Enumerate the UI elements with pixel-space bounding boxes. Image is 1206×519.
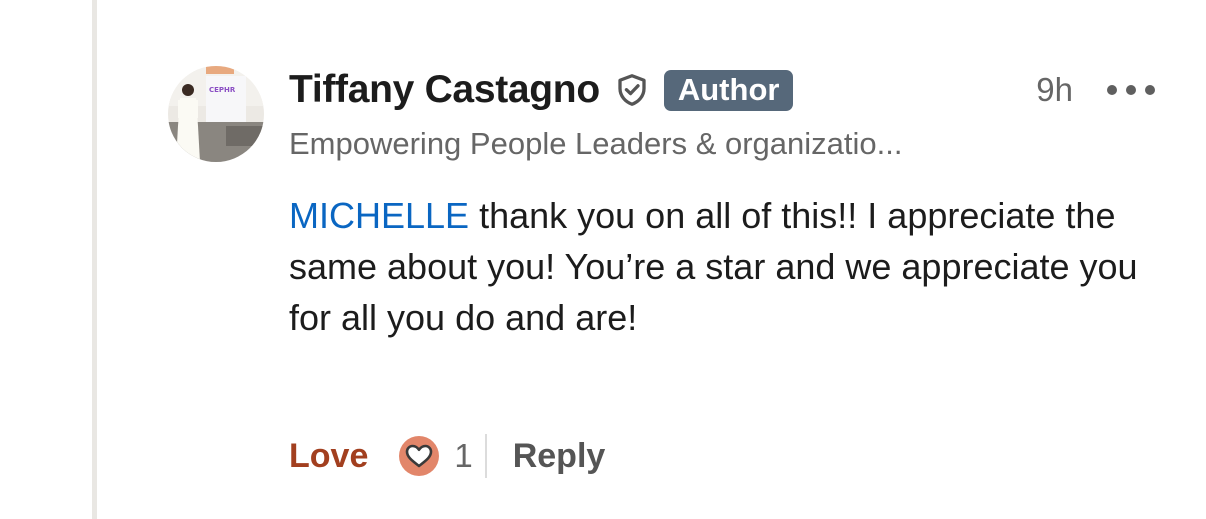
author-badge: Author [663,69,794,111]
comment-body: MICHELLE thank you on all of this!! I ap… [289,190,1149,343]
thread-line [92,0,97,519]
dot [1145,85,1155,95]
avatar[interactable]: CEPHR [168,66,264,162]
comment-timestamp: 9h [1036,71,1073,108]
ellipsis-icon[interactable] [1107,74,1155,106]
heart-icon[interactable] [398,435,440,477]
dot [1107,85,1117,95]
divider [484,434,487,478]
love-button[interactable]: Love [289,437,368,476]
mention-link[interactable]: MICHELLE [289,195,469,236]
comment-actions: Love 1 Reply [289,430,605,482]
avatar-sign-text: CEPHR [209,86,236,94]
reply-button[interactable]: Reply [513,437,606,476]
avatar-photo: CEPHR [168,66,264,162]
author-name[interactable]: Tiffany Castagno [289,68,600,112]
comment-header: Tiffany Castagno Author [289,66,794,114]
shield-check-icon [618,74,646,106]
reaction-count[interactable]: 1 [454,437,472,475]
dot [1126,85,1136,95]
author-headline: Empowering People Leaders & organizatio.… [289,126,903,161]
